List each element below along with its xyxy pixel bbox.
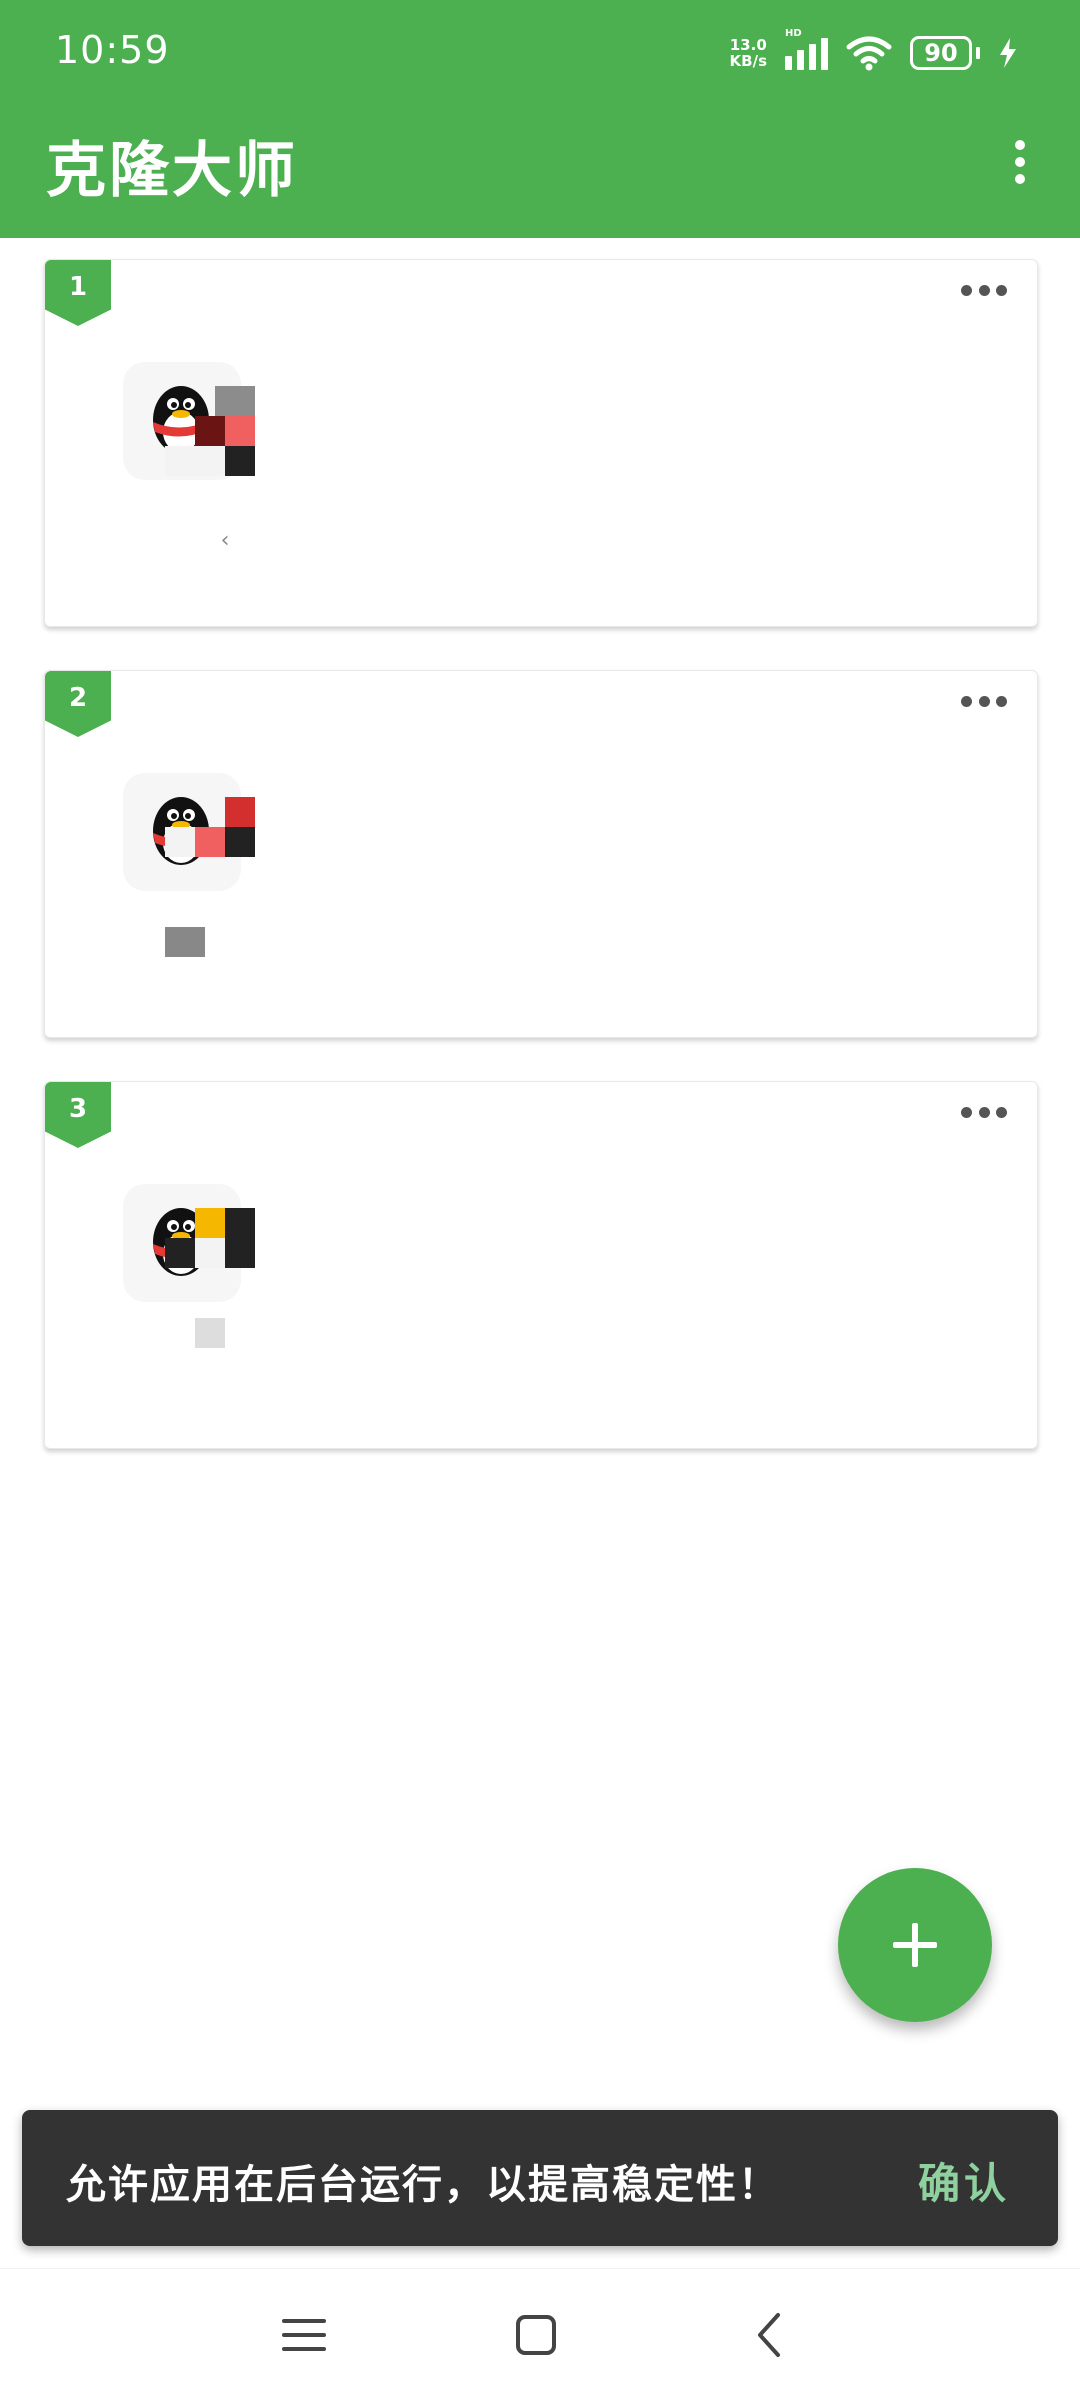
hd-badge: HD xyxy=(785,28,802,39)
mosaic-overlay xyxy=(165,1208,285,1348)
card-index-badge: 3 xyxy=(45,1082,111,1148)
more-vert-icon[interactable] xyxy=(1000,132,1040,192)
back-chevron-icon[interactable] xyxy=(740,2305,800,2365)
clone-card-3[interactable]: 3 xyxy=(44,1081,1038,1449)
wifi-icon xyxy=(846,36,892,71)
network-speed-value: 13.0 xyxy=(729,36,767,54)
status-icons: 13.0 KB/s HD 90 xyxy=(730,28,1018,76)
card-index-badge: 2 xyxy=(45,671,111,737)
status-time: 10:59 xyxy=(55,28,170,72)
bolt-icon xyxy=(1000,38,1016,68)
more-horiz-icon[interactable] xyxy=(961,691,1007,711)
snackbar-confirm-button[interactable]: 确认 xyxy=(918,2150,1010,2211)
screen: 10:59 13.0 KB/s HD 90 克隆大师 1 ‹ 2 3 允许应用在… xyxy=(0,0,1080,2400)
battery-icon: 90 xyxy=(910,36,980,70)
add-clone-fab[interactable] xyxy=(838,1868,992,2022)
cell-signal-icon: HD xyxy=(785,28,828,70)
page-title: 克隆大师 xyxy=(46,136,298,206)
mosaic-overlay xyxy=(165,797,285,957)
more-horiz-icon[interactable] xyxy=(961,1102,1007,1122)
clone-card-2[interactable]: 2 xyxy=(44,670,1038,1038)
network-speed-unit: KB/s xyxy=(729,52,767,70)
more-horiz-icon[interactable] xyxy=(961,280,1007,300)
mosaic-overlay xyxy=(165,386,285,496)
app-header: 10:59 13.0 KB/s HD 90 克隆大师 xyxy=(0,0,1080,238)
card-index-badge: 1 xyxy=(45,260,111,326)
home-square-icon[interactable] xyxy=(506,2305,566,2365)
menu-icon[interactable] xyxy=(274,2305,334,2365)
clone-card-1[interactable]: 1 ‹ xyxy=(44,259,1038,627)
app-name-label: ‹ xyxy=(220,528,230,553)
network-speed: 13.0 KB/s xyxy=(730,37,767,69)
background-permission-snackbar: 允许应用在后台运行，以提高稳定性！ 确认 xyxy=(22,2110,1058,2246)
system-nav-bar xyxy=(0,2268,1080,2400)
snackbar-message: 允许应用在后台运行，以提高稳定性！ xyxy=(66,2162,780,2208)
battery-level: 90 xyxy=(924,39,958,67)
